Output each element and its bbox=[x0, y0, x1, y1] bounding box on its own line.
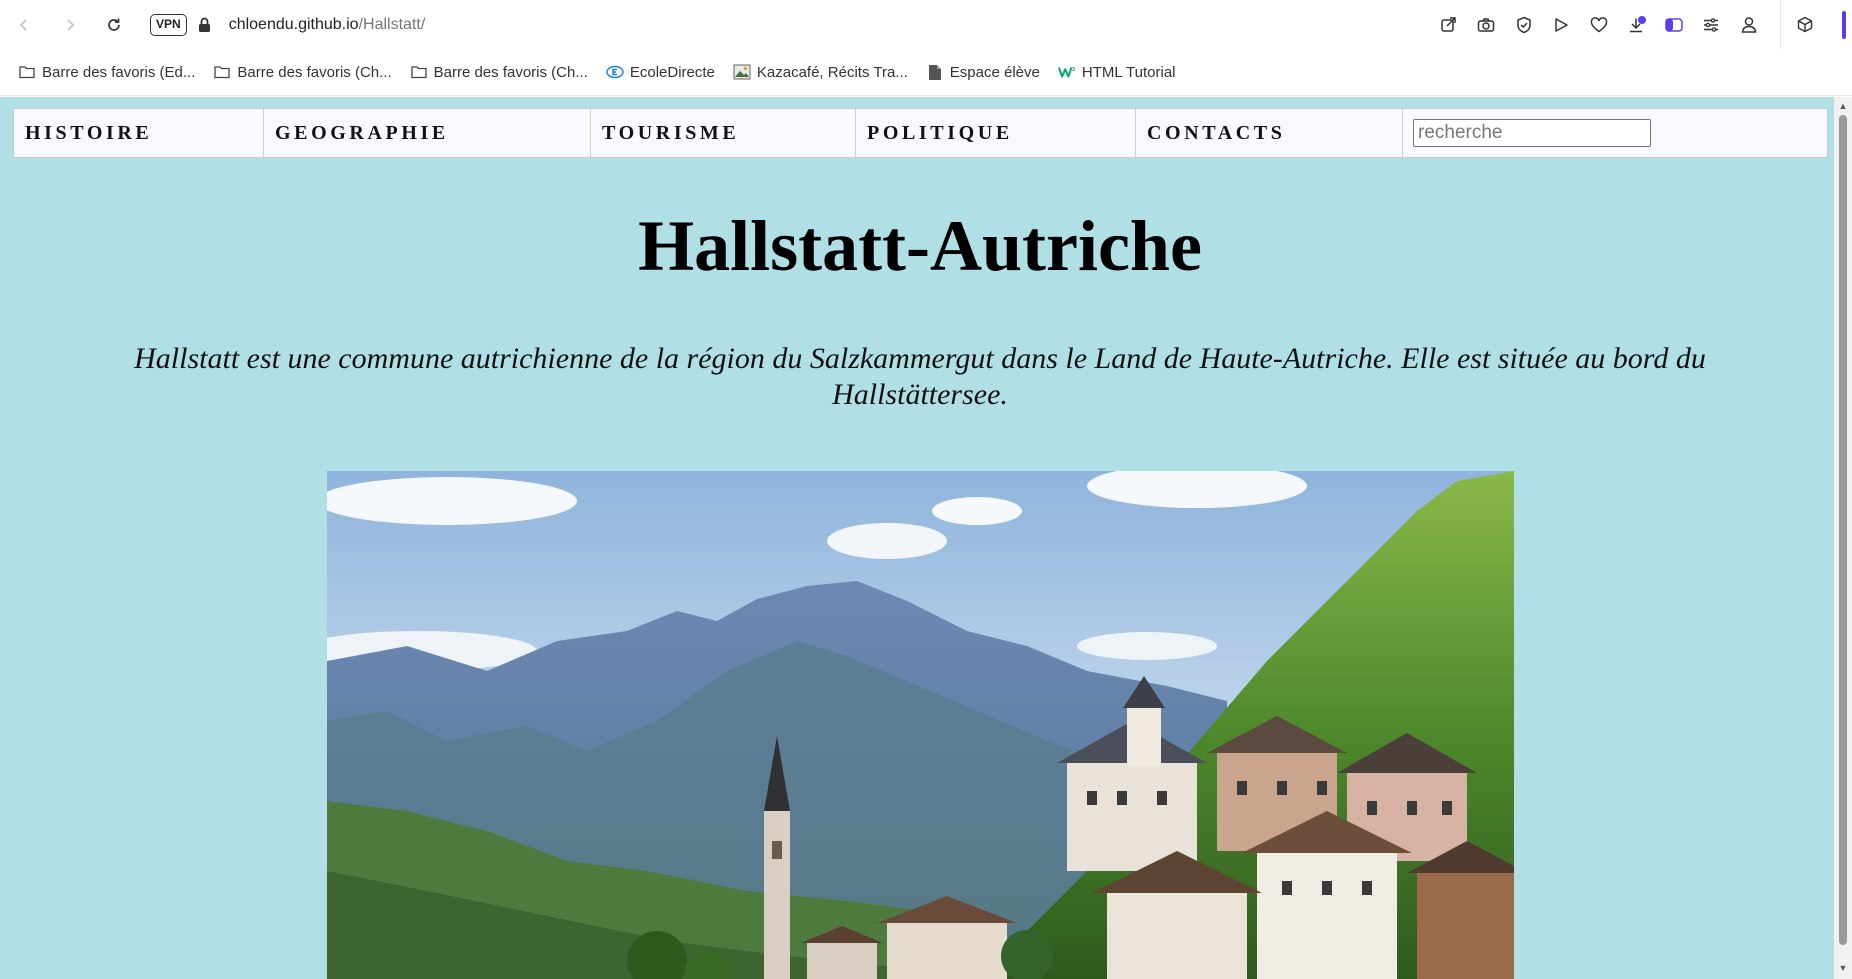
nav-item-geographie[interactable]: GEOGRAPHIE bbox=[264, 109, 591, 157]
play-icon[interactable] bbox=[1543, 7, 1581, 43]
nav-item-tourisme[interactable]: TOURISME bbox=[591, 109, 856, 157]
profile-icon[interactable] bbox=[1730, 7, 1768, 43]
url-host: chloendu.github.io bbox=[228, 15, 359, 33]
bookmark-item[interactable]: 3 HTML Tutorial bbox=[1057, 63, 1176, 81]
scroll-up-arrow-icon[interactable]: ▲ bbox=[1838, 101, 1848, 111]
lock-icon[interactable] bbox=[197, 16, 213, 34]
scroll-down-arrow-icon[interactable]: ▼ bbox=[1838, 963, 1848, 973]
ecoledirecte-icon bbox=[606, 63, 624, 81]
svg-text:3: 3 bbox=[1072, 67, 1075, 73]
image-icon bbox=[733, 63, 751, 81]
file-icon bbox=[926, 63, 944, 81]
bookmark-item[interactable]: Barre des favoris (Ch... bbox=[410, 63, 588, 81]
bookmark-item[interactable]: Barre des favoris (Ch... bbox=[213, 63, 392, 81]
scroll-thumb[interactable] bbox=[1839, 115, 1847, 945]
bookmark-label: Barre des favoris (Ch... bbox=[237, 63, 392, 81]
folder-icon bbox=[18, 63, 36, 81]
search-container bbox=[1403, 109, 1827, 157]
toolbar-icons bbox=[1430, 0, 1852, 49]
camera-icon[interactable] bbox=[1468, 7, 1506, 43]
address-bar[interactable]: chloendu.github.io/Hallstatt/ bbox=[229, 16, 426, 34]
reload-icon bbox=[108, 18, 120, 31]
folder-icon bbox=[410, 63, 428, 81]
cube-icon[interactable] bbox=[1787, 7, 1825, 43]
bookmark-label: EcoleDirecte bbox=[629, 63, 715, 81]
settings-sliders-icon[interactable] bbox=[1693, 7, 1731, 43]
bookmarks-bar: Barre des favoris (Ed... Barre des favor… bbox=[0, 49, 1852, 96]
back-button[interactable] bbox=[6, 7, 42, 43]
folder-icon bbox=[213, 63, 231, 81]
forward-button[interactable] bbox=[52, 7, 88, 43]
url-path: /Hallstatt/ bbox=[358, 15, 426, 33]
nav-item-contacts[interactable]: CONTACTS bbox=[1136, 109, 1403, 157]
download-badge-dot bbox=[1638, 15, 1646, 24]
site-nav: HISTOIRE GEOGRAPHIE TOURISME POLITIQUE C… bbox=[13, 108, 1828, 158]
heart-icon[interactable] bbox=[1580, 7, 1618, 43]
browser-toolbar: VPN chloendu.github.io/Hallstatt/ bbox=[0, 0, 1852, 49]
bookmark-item[interactable]: Espace élève bbox=[926, 63, 1040, 81]
vpn-badge[interactable]: VPN bbox=[150, 13, 187, 36]
page-viewport: HISTOIRE GEOGRAPHIE TOURISME POLITIQUE C… bbox=[0, 97, 1852, 979]
sidebar-toggle-icon[interactable] bbox=[1655, 7, 1693, 43]
toolbar-separator bbox=[1779, 0, 1781, 49]
sidebar-indicator[interactable] bbox=[1842, 10, 1846, 39]
share-icon[interactable] bbox=[1430, 7, 1468, 43]
intro-paragraph: Hallstatt est une commune autrichienne d… bbox=[134, 342, 1706, 411]
bookmark-label: HTML Tutorial bbox=[1081, 63, 1176, 81]
page-title: Hallstatt-Autriche bbox=[638, 206, 1202, 286]
w3schools-icon: 3 bbox=[1057, 63, 1076, 81]
page-scrollbar[interactable]: ▲ ▼ bbox=[1834, 97, 1852, 979]
nav-item-histoire[interactable]: HISTOIRE bbox=[14, 109, 264, 157]
chevron-right-icon bbox=[67, 18, 75, 31]
bookmark-item[interactable]: Kazacafé, Récits Tra... bbox=[733, 63, 908, 81]
chevron-left-icon bbox=[19, 18, 27, 31]
bookmark-label: Kazacafé, Récits Tra... bbox=[756, 63, 908, 81]
bookmark-label: Espace élève bbox=[949, 63, 1040, 81]
search-input[interactable] bbox=[1413, 119, 1651, 147]
bookmark-item[interactable]: EcoleDirecte bbox=[606, 63, 715, 81]
bookmark-label: Barre des favoris (Ch... bbox=[433, 63, 588, 81]
bookmark-item[interactable]: Barre des favoris (Ed... bbox=[18, 63, 195, 81]
download-icon[interactable] bbox=[1618, 7, 1656, 43]
hero-image bbox=[327, 471, 1514, 979]
shield-icon[interactable] bbox=[1505, 7, 1543, 43]
reload-button[interactable] bbox=[96, 7, 132, 43]
hallstatt-photo bbox=[327, 471, 1514, 979]
nav-item-politique[interactable]: POLITIQUE bbox=[856, 109, 1136, 157]
bookmark-label: Barre des favoris (Ed... bbox=[42, 63, 196, 81]
